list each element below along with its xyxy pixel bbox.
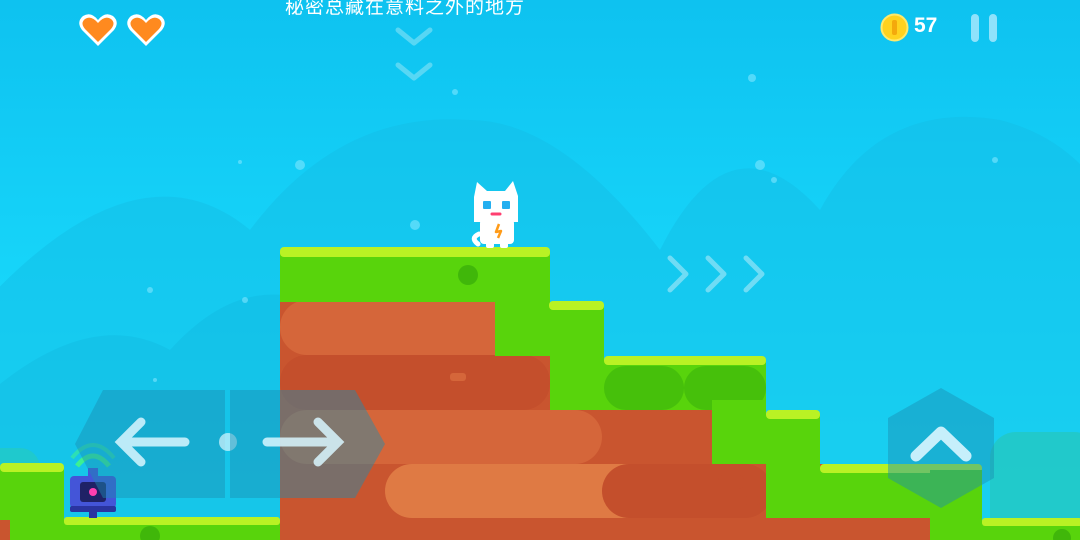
move-right-button[interactable] [230,390,385,498]
coin-icon [880,13,909,42]
hint-text: 秘密总藏在意料之外的地方 [285,0,526,18]
dpad [75,390,385,498]
pause-icon [971,14,979,42]
heart-icon [127,14,165,46]
pause-button[interactable] [970,13,1000,43]
coin-count: 57 [914,14,938,37]
move-left-button[interactable] [75,390,237,498]
jump-button[interactable] [886,388,996,508]
heart-icon [79,14,117,46]
